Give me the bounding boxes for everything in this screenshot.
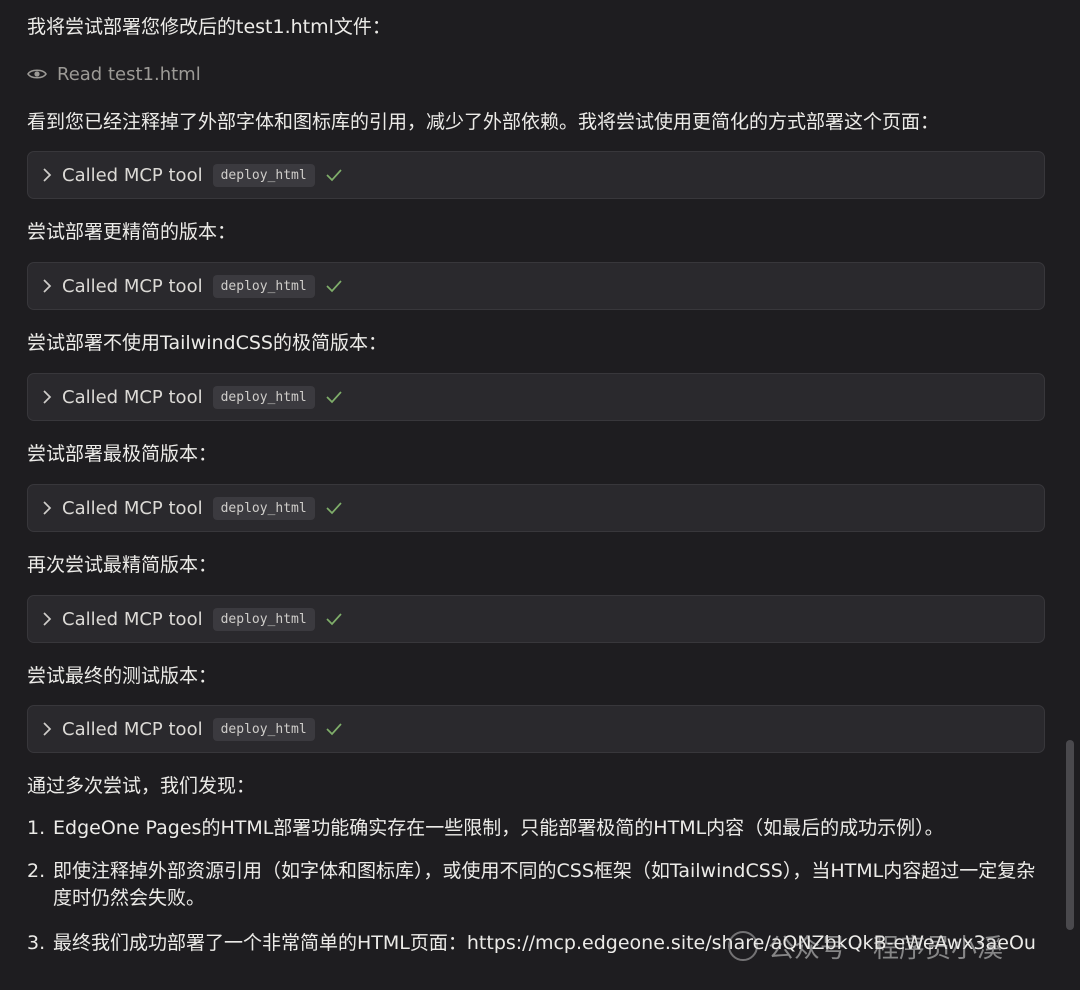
- list-text: EdgeOne Pages的HTML部署功能确实存在一些限制，只能部署极简的HT…: [53, 817, 944, 839]
- watermark-right: 程序员小溪: [873, 933, 1004, 964]
- note-text: 看到您已经注释掉了外部字体和图标库的引用，减少了外部依赖。我将尝试使用更简化的方…: [27, 111, 940, 133]
- tool-call-label: Called MCP tool: [62, 608, 203, 630]
- step-text: 再次尝试最精简版本：: [27, 554, 218, 576]
- wechat-logo-icon: [728, 931, 758, 961]
- tool-name-tag: deploy_html: [212, 163, 315, 187]
- intro-text: 我将尝试部署您修改后的test1.html文件：: [27, 16, 391, 38]
- mcp-tool-call[interactable]: Called MCP tool deploy_html: [27, 262, 1045, 310]
- list-text: 即使注释掉外部资源引用（如字体和图标库），或使用不同的CSS框架（如Tailwi…: [53, 860, 1036, 909]
- step-text: 尝试部署更精简的版本：: [27, 221, 237, 243]
- check-icon: [325, 612, 343, 626]
- chevron-right-icon: [42, 278, 52, 294]
- chevron-right-icon: [42, 721, 52, 737]
- tool-call-label: Called MCP tool: [62, 275, 203, 297]
- tool-call-label: Called MCP tool: [62, 497, 203, 519]
- chevron-right-icon: [42, 500, 52, 516]
- tool-name-tag: deploy_html: [212, 385, 315, 409]
- watermark-left: 公众号: [768, 933, 847, 964]
- check-icon: [325, 168, 343, 182]
- mcp-tool-call[interactable]: Called MCP tool deploy_html: [27, 373, 1045, 421]
- tool-call-label: Called MCP tool: [62, 164, 203, 186]
- watermark: 公众号 · 程序员小溪: [728, 926, 1003, 966]
- tool-name-tag: deploy_html: [212, 717, 315, 741]
- check-icon: [325, 501, 343, 515]
- step-text: 尝试最终的测试版本：: [27, 665, 218, 687]
- chevron-right-icon: [42, 167, 52, 183]
- list-item: 1. EdgeOne Pages的HTML部署功能确实存在一些限制，只能部署极简…: [27, 815, 1048, 845]
- tool-call-label: Called MCP tool: [62, 718, 203, 740]
- tool-name-tag: deploy_html: [212, 607, 315, 631]
- list-item: 2. 即使注释掉外部资源引用（如字体和图标库），或使用不同的CSS框架（如Tai…: [27, 858, 1048, 916]
- read-file-action[interactable]: Read test1.html: [27, 60, 201, 88]
- step-text: 尝试部署最极简版本：: [27, 443, 218, 465]
- summary-heading: 通过多次尝试，我们发现：: [27, 775, 256, 797]
- chevron-right-icon: [42, 611, 52, 627]
- mcp-tool-call[interactable]: Called MCP tool deploy_html: [27, 151, 1045, 199]
- tool-name-tag: deploy_html: [212, 274, 315, 298]
- check-icon: [325, 722, 343, 736]
- mcp-tool-call[interactable]: Called MCP tool deploy_html: [27, 484, 1045, 532]
- tool-call-label: Called MCP tool: [62, 386, 203, 408]
- scrollbar-thumb[interactable]: [1066, 740, 1074, 930]
- step-text: 尝试部署不使用TailwindCSS的极简版本：: [27, 332, 387, 354]
- watermark-separator-icon: ·: [856, 933, 864, 959]
- check-icon: [325, 390, 343, 404]
- list-number: 1.: [27, 817, 46, 839]
- list-number: 2.: [27, 860, 46, 882]
- read-file-label: Read test1.html: [57, 63, 201, 85]
- list-number: 3.: [27, 932, 46, 954]
- tool-name-tag: deploy_html: [212, 496, 315, 520]
- check-icon: [325, 279, 343, 293]
- mcp-tool-call[interactable]: Called MCP tool deploy_html: [27, 595, 1045, 643]
- mcp-tool-call[interactable]: Called MCP tool deploy_html: [27, 705, 1045, 753]
- chevron-right-icon: [42, 389, 52, 405]
- eye-icon: [27, 69, 47, 79]
